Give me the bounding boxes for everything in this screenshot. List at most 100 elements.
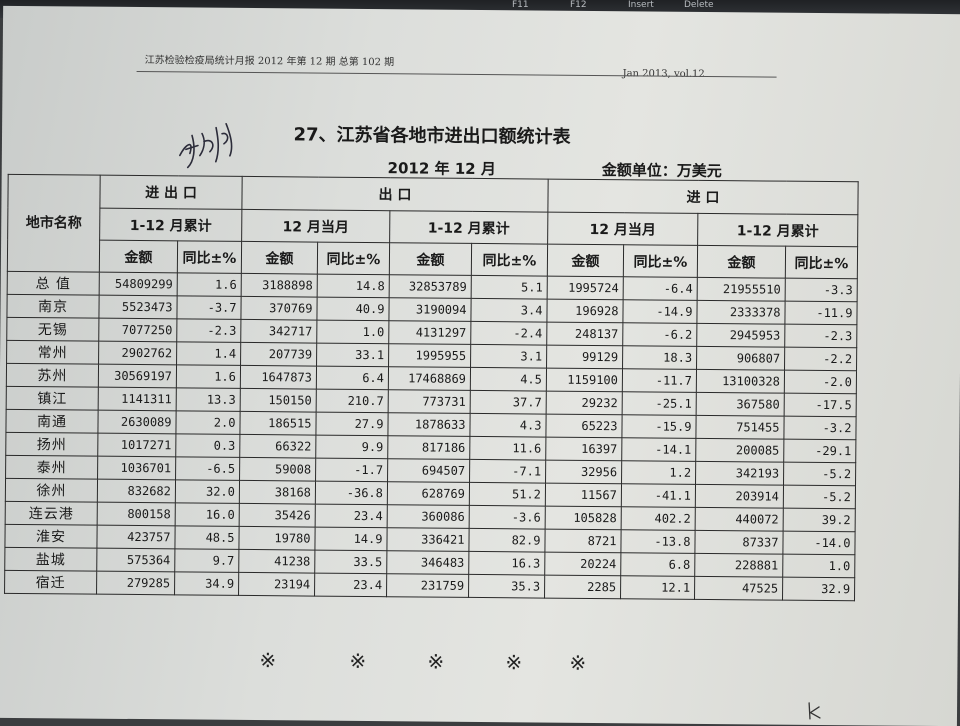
yoy-cell: 23.4 bbox=[315, 504, 388, 528]
yoy-cell: 16.0 bbox=[175, 502, 240, 527]
city-name-cell: 盐城 bbox=[4, 547, 97, 572]
amount-cell: 800158 bbox=[97, 502, 176, 526]
city-name-cell: 南京 bbox=[6, 294, 100, 319]
yoy-cell: 1.4 bbox=[176, 341, 241, 366]
yoy-cell: -3.2 bbox=[783, 416, 857, 440]
amount-cell: 59008 bbox=[239, 457, 316, 482]
end-marks: ※ ※ ※ ※ ※ bbox=[259, 648, 599, 675]
amount-cell: 1017271 bbox=[97, 433, 176, 457]
yoy-cell: 2.0 bbox=[175, 410, 241, 435]
amount-cell: 773731 bbox=[388, 389, 471, 414]
yoy-cell: -5.2 bbox=[783, 485, 856, 509]
period-header: 12 月当月 bbox=[547, 212, 698, 246]
import-export-table: 地市名称 进 出 口 出 口 进 口 1-12 月累计 12 月当月 1-12 … bbox=[4, 174, 859, 601]
yoy-cell: 37.7 bbox=[470, 390, 547, 415]
city-name-cell: 连云港 bbox=[5, 501, 98, 526]
group-header-import: 进 口 bbox=[547, 179, 859, 215]
yoy-cell: 18.3 bbox=[622, 345, 697, 370]
yoy-cell: -3.7 bbox=[176, 295, 242, 320]
amount-cell: 360086 bbox=[387, 504, 470, 529]
yoy-cell: 32.0 bbox=[175, 479, 240, 504]
amount-cell: 16397 bbox=[545, 437, 622, 461]
yoy-cell: 1.2 bbox=[621, 460, 696, 485]
amount-cell: 817186 bbox=[387, 435, 470, 460]
reference-mark: ※ bbox=[259, 648, 277, 673]
city-name-cell: 常州 bbox=[6, 340, 99, 365]
city-name-cell: 徐州 bbox=[5, 478, 98, 503]
reference-mark: ※ bbox=[569, 650, 587, 675]
yoy-cell: 6.4 bbox=[316, 366, 389, 390]
amount-cell: 342717 bbox=[240, 319, 317, 344]
reference-mark: ※ bbox=[427, 649, 445, 674]
yoy-cell: 11.6 bbox=[469, 436, 546, 461]
reference-mark: ※ bbox=[349, 648, 367, 674]
yoy-cell: -11.9 bbox=[784, 301, 858, 325]
yoy-cell: -6.2 bbox=[622, 322, 697, 347]
amount-cell: 370769 bbox=[240, 296, 318, 321]
amount-cell: 196928 bbox=[546, 299, 624, 323]
yoy-header: 同比±% bbox=[785, 246, 858, 279]
amount-cell: 47525 bbox=[694, 576, 783, 601]
key-label-delete: Delete bbox=[684, 0, 714, 10]
amount-cell: 5523473 bbox=[98, 295, 178, 319]
yoy-cell: 27.9 bbox=[315, 412, 389, 436]
amount-cell: 228881 bbox=[694, 553, 783, 578]
yoy-cell: 34.9 bbox=[174, 571, 239, 596]
yoy-cell: 9.9 bbox=[315, 435, 388, 459]
yoy-cell: 5.1 bbox=[471, 275, 548, 300]
amount-cell: 41238 bbox=[238, 549, 315, 574]
amount-header: 金额 bbox=[99, 240, 178, 273]
amount-cell: 628769 bbox=[387, 481, 470, 506]
yoy-cell: -2.3 bbox=[176, 318, 241, 343]
yoy-cell: 48.5 bbox=[174, 525, 240, 550]
amount-cell: 1995724 bbox=[547, 276, 624, 300]
amount-cell: 13100328 bbox=[696, 369, 785, 394]
amount-cell: 11567 bbox=[545, 483, 622, 507]
amount-cell: 203914 bbox=[695, 484, 784, 509]
yoy-cell: -17.5 bbox=[784, 393, 857, 417]
city-name-cell: 宿迁 bbox=[4, 570, 97, 595]
yoy-cell: -6.5 bbox=[175, 456, 240, 481]
table-title: 27、江苏省各地市进出口额统计表 bbox=[293, 124, 571, 148]
yoy-cell: -1.7 bbox=[315, 458, 388, 482]
amount-cell: 1878633 bbox=[387, 412, 471, 437]
yoy-cell: -2.3 bbox=[784, 324, 857, 348]
amount-cell: 150150 bbox=[240, 388, 317, 413]
amount-cell: 66322 bbox=[239, 434, 316, 459]
yoy-cell: 23.4 bbox=[314, 573, 387, 597]
amount-header: 金额 bbox=[547, 244, 624, 277]
pen-scribble bbox=[808, 702, 821, 720]
yoy-cell: 1.0 bbox=[316, 320, 389, 344]
amount-cell: 336421 bbox=[386, 527, 470, 552]
yoy-cell: 4.5 bbox=[470, 367, 547, 392]
yoy-cell: 51.2 bbox=[469, 482, 546, 507]
yoy-cell: -5.2 bbox=[783, 462, 856, 486]
yoy-cell: 0.3 bbox=[175, 433, 240, 458]
yoy-cell: -29.1 bbox=[783, 439, 856, 463]
amount-cell: 2945953 bbox=[696, 323, 785, 348]
yoy-cell: 13.3 bbox=[176, 387, 241, 412]
yoy-cell: 1.0 bbox=[782, 554, 855, 578]
amount-cell: 30569197 bbox=[98, 364, 177, 388]
amount-cell: 87337 bbox=[694, 530, 784, 555]
paper-sheet: 江苏检验检疫局统计月报 2012 年第 12 期 总第 102 期 Jan 20… bbox=[0, 5, 960, 726]
yoy-cell: 32.9 bbox=[782, 577, 855, 601]
city-name-cell: 镇江 bbox=[6, 386, 99, 411]
table-body: 总 值 54809299 1.6 3188898 14.8 32853789 5.1 1995… bbox=[4, 271, 858, 601]
amount-cell: 906807 bbox=[696, 346, 785, 371]
yoy-cell: -13.8 bbox=[620, 529, 696, 554]
amount-cell: 21955510 bbox=[697, 277, 786, 302]
yoy-cell: -7.1 bbox=[469, 459, 546, 484]
yoy-cell: 40.9 bbox=[316, 297, 390, 321]
yoy-cell: -25.1 bbox=[622, 391, 697, 416]
handwritten-note bbox=[179, 122, 233, 169]
period-header: 1-12 月累计 bbox=[697, 213, 858, 247]
city-name-cell: 苏州 bbox=[6, 363, 99, 388]
yoy-cell: 210.7 bbox=[316, 389, 389, 413]
running-header: 江苏检验检疫局统计月报 2012 年第 12 期 总第 102 期 bbox=[144, 55, 395, 69]
amount-cell: 65223 bbox=[545, 414, 623, 438]
yoy-header: 同比±% bbox=[317, 242, 390, 275]
amount-cell: 440072 bbox=[695, 507, 784, 532]
yoy-cell: 402.2 bbox=[621, 506, 696, 531]
amount-cell: 575364 bbox=[96, 548, 175, 572]
